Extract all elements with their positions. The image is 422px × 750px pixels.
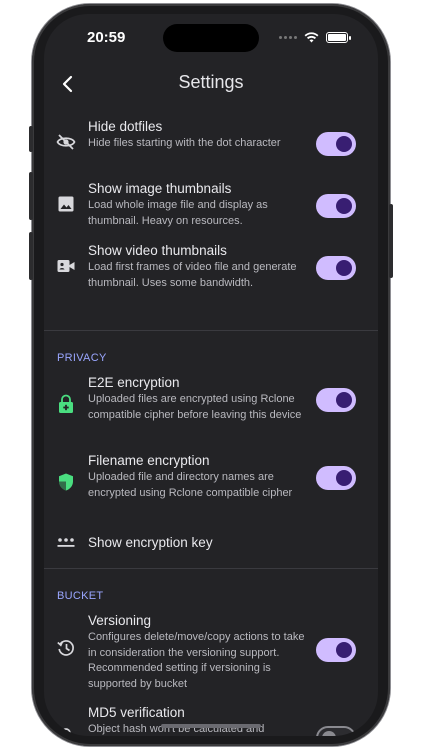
setting-title: Hide dotfiles: [88, 119, 163, 134]
setting-video-thumbnails[interactable]: Show video thumbnails Load first frames …: [44, 242, 378, 320]
setting-text: MD5 verification Object hash won't be ca…: [88, 704, 302, 736]
setting-e2e-encryption[interactable]: E2E encryption Uploaded files are encryp…: [44, 374, 378, 446]
section-divider: [44, 330, 378, 331]
versioning-toggle[interactable]: [316, 638, 356, 662]
home-indicator: [161, 724, 261, 728]
power-button: [389, 204, 393, 278]
setting-image-thumbnails[interactable]: Show image thumbnails Load whole image f…: [44, 180, 378, 240]
setting-text: Show video thumbnails Load first frames …: [88, 242, 302, 291]
signal-dots-icon: [279, 36, 297, 39]
setting-text: Versioning Configures delete/move/copy a…: [88, 612, 308, 692]
volume-up-button: [29, 172, 33, 220]
setting-description: Uploaded file and directory names are en…: [88, 471, 293, 499]
setting-text: Show image thumbnails Load whole image f…: [88, 180, 302, 229]
history-icon: [56, 638, 76, 658]
bucket-section-header: BUCKET: [57, 590, 104, 602]
page-title: Settings: [178, 72, 244, 92]
status-time: 20:59: [87, 29, 126, 46]
wifi-icon: [304, 32, 319, 43]
setting-description: Uploaded files are encrypted using Rclon…: [88, 393, 302, 421]
setting-md5-verification[interactable]: MD5 verification Object hash won't be ca…: [44, 704, 378, 736]
filename-encryption-toggle[interactable]: [316, 466, 356, 490]
battery-icon: [326, 32, 351, 43]
setting-title: Versioning: [88, 613, 152, 628]
md5-verification-toggle[interactable]: [316, 726, 356, 736]
video-thumbnails-toggle[interactable]: [316, 256, 356, 280]
video-icon: [56, 256, 76, 276]
section-divider: [44, 568, 378, 569]
image-icon: [56, 194, 76, 214]
setting-title: Show video thumbnails: [88, 243, 227, 258]
app-bar: Settings: [44, 66, 378, 102]
setting-description: Load whole image file and display as thu…: [88, 199, 268, 227]
setting-description: Configures delete/move/copy actions to t…: [88, 631, 305, 690]
setting-title: Show encryption key: [88, 535, 213, 550]
setting-title: Show image thumbnails: [88, 181, 232, 196]
shield-icon: [56, 472, 76, 492]
eye-off-icon: [56, 132, 76, 152]
image-thumbnails-toggle[interactable]: [316, 194, 356, 218]
setting-hide-dotfiles[interactable]: Hide dotfiles Hide files starting with t…: [44, 118, 378, 178]
hide-dotfiles-toggle[interactable]: [316, 132, 356, 156]
pin-icon: [56, 726, 76, 736]
setting-text: Show encryption key: [88, 534, 302, 551]
setting-title: MD5 verification: [88, 705, 185, 720]
setting-text: E2E encryption Uploaded files are encryp…: [88, 374, 302, 423]
setting-title: E2E encryption: [88, 375, 180, 390]
setting-description: Load first frames of video file and gene…: [88, 261, 297, 289]
status-bar: 20:59: [44, 14, 378, 60]
silent-switch: [29, 126, 33, 152]
lock-plus-icon: [56, 394, 76, 414]
setting-text: Hide dotfiles Hide files starting with t…: [88, 118, 302, 152]
screen: 20:59 Settings Hide dotfiles Hide files …: [44, 14, 378, 736]
setting-description: Hide files starting with the dot charact…: [88, 137, 281, 149]
e2e-encryption-toggle[interactable]: [316, 388, 356, 412]
password-dots-icon: [56, 532, 76, 552]
status-icons: [279, 32, 351, 43]
privacy-section-header: PRIVACY: [57, 352, 107, 364]
show-encryption-key-item[interactable]: Show encryption key: [44, 526, 378, 560]
setting-versioning[interactable]: Versioning Configures delete/move/copy a…: [44, 612, 378, 698]
volume-down-button: [29, 232, 33, 280]
setting-filename-encryption[interactable]: Filename encryption Uploaded file and di…: [44, 452, 378, 524]
setting-text: Filename encryption Uploaded file and di…: [88, 452, 302, 501]
setting-title: Filename encryption: [88, 453, 210, 468]
